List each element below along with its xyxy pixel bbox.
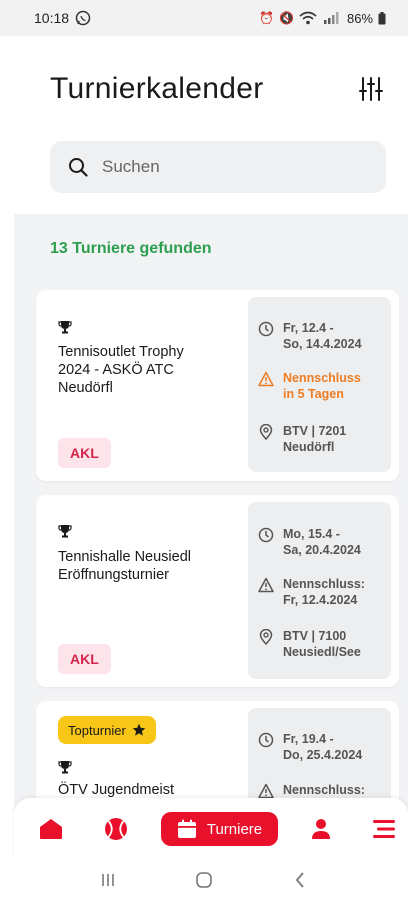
deadline-info: Nennschluss: — [258, 782, 365, 799]
warning-icon — [258, 371, 274, 387]
tournament-info-panel: Fr, 12.4 - So, 14.4.2024 Nennschluss in 5 … — [248, 297, 391, 472]
clock-icon — [258, 527, 274, 543]
recent-apps-icon — [102, 873, 114, 886]
page-title: Turnierkalender — [50, 72, 264, 105]
tournament-card-main[interactable]: Tennishalle Neusiedl Eröffnungsturnier A… — [36, 495, 248, 687]
battery-icon — [378, 11, 386, 24]
top-tournament-badge: Topturnier — [58, 716, 156, 744]
menu-icon — [373, 820, 395, 838]
warning-icon — [258, 783, 274, 799]
battery-percent: 86% — [346, 10, 373, 26]
tournament-info-panel: Mo, 15.4 - Sa, 20.4.2024 Nennschluss: Fr, … — [248, 502, 391, 679]
trophy-icon — [58, 321, 72, 334]
category-badge: AKL — [58, 438, 111, 468]
search-icon — [69, 158, 88, 177]
status-left: 10:18 — [34, 10, 91, 26]
tournament-card[interactable]: Tennisoutlet Trophy 2024 - ASKÖ ATC Neud… — [36, 290, 399, 481]
user-icon — [312, 819, 330, 839]
home-icon — [40, 819, 62, 839]
nav-tournaments-label: Turniere — [206, 820, 263, 838]
nav-menu[interactable] — [369, 812, 399, 846]
location-pin-icon — [259, 424, 273, 440]
location-info: BTV | 7100 Neusiedl/See — [258, 628, 361, 660]
date-info: Fr, 19.4 - Do, 25.4.2024 — [258, 731, 362, 763]
date-info: Mo, 15.4 - Sa, 20.4.2024 — [258, 526, 361, 558]
tournament-card[interactable]: Tennishalle Neusiedl Eröffnungsturnier A… — [36, 495, 399, 687]
nav-tennis[interactable] — [99, 812, 133, 846]
clock-icon — [258, 321, 274, 337]
tournament-card-main[interactable]: Tennisoutlet Trophy 2024 - ASKÖ ATC Neud… — [36, 290, 248, 481]
calendar-icon — [177, 819, 196, 838]
search-input[interactable] — [102, 157, 342, 177]
alarm-icon: ⏰ — [259, 11, 275, 25]
signal-icon — [323, 12, 339, 24]
trophy-icon — [58, 525, 72, 538]
search-box[interactable] — [50, 141, 386, 193]
whatsapp-icon — [75, 10, 91, 26]
wifi-icon — [299, 11, 317, 25]
category-badge: AKL — [58, 644, 111, 674]
filter-button[interactable] — [356, 74, 386, 104]
tennis-ball-icon — [105, 818, 127, 840]
star-icon — [132, 723, 146, 736]
back-chevron-icon — [295, 871, 304, 888]
mute-icon: 🔇 — [279, 11, 294, 25]
home-circle-icon — [196, 871, 212, 888]
trophy-icon — [58, 761, 72, 774]
warning-icon — [258, 577, 274, 593]
nav-tournaments[interactable]: Turniere — [161, 812, 278, 846]
bottom-nav: Turniere — [14, 798, 408, 860]
nav-profile[interactable] — [306, 812, 336, 846]
recent-apps-button[interactable] — [88, 865, 128, 895]
deadline-info: Nennschluss in 5 Tagen — [258, 370, 361, 402]
deadline-info: Nennschluss: Fr, 12.4.2024 — [258, 576, 365, 608]
status-right: ⏰ 🔇 86% — [259, 11, 386, 26]
tournament-name: ÖTV Jugendmeist — [58, 782, 175, 798]
date-info: Fr, 12.4 - So, 14.4.2024 — [258, 320, 362, 352]
system-nav-bar — [0, 860, 408, 899]
home-button[interactable] — [184, 865, 224, 895]
location-info: BTV | 7201 Neudörfl — [258, 423, 346, 455]
filter-sliders-icon — [359, 77, 383, 101]
location-pin-icon — [259, 629, 273, 645]
nav-home[interactable] — [34, 812, 68, 846]
results-count: 13 Turniere gefunden — [50, 240, 212, 257]
tournament-name: Tennishalle Neusiedl Eröffnungsturnier — [58, 549, 191, 583]
status-time: 10:18 — [34, 10, 70, 26]
clock-icon — [258, 732, 274, 748]
back-button[interactable] — [280, 865, 320, 895]
status-bar: 10:18 ⏰ 🔇 86% — [0, 0, 408, 36]
tournament-name: Tennisoutlet Trophy 2024 - ASKÖ ATC Neud… — [58, 344, 184, 396]
